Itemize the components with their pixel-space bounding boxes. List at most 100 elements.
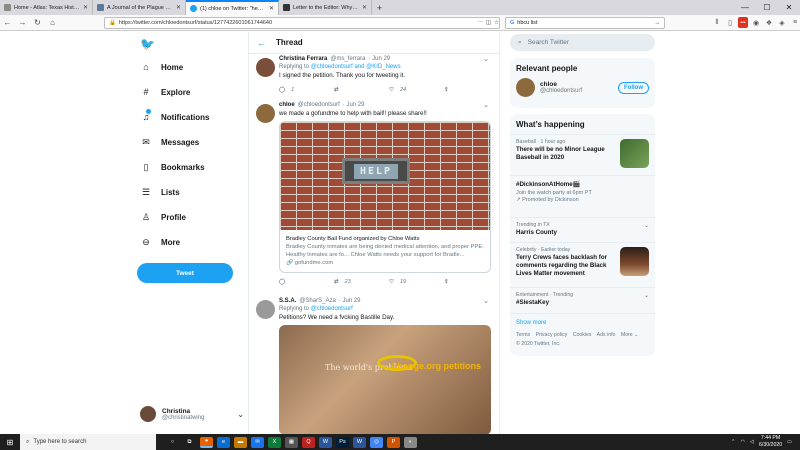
share-button[interactable]: ⇪ — [444, 279, 499, 285]
url-bar[interactable]: 🔒 https://twitter.com/chloedontsurf/stat… — [104, 17, 500, 29]
cortana-icon[interactable]: ○ — [166, 437, 179, 448]
follow-button[interactable]: Follow — [618, 81, 649, 94]
tweet-handle[interactable]: @ms_ferrara — [330, 56, 365, 62]
close-icon[interactable]: ✕ — [269, 5, 274, 12]
tweet-time[interactable]: · Jun 29 — [339, 298, 361, 304]
trend-item[interactable]: Entertainment · Trending #SiestaKey ⌄ — [510, 287, 655, 313]
card-image[interactable]: HELP — [280, 122, 490, 230]
photoshop-icon[interactable]: Ps — [336, 436, 349, 448]
nav-bookmarks[interactable]: ▯ Bookmarks — [140, 162, 205, 173]
avatar[interactable] — [256, 58, 275, 77]
task-view-icon[interactable]: ⧉ — [183, 437, 196, 448]
library-icon[interactable]: ⫴ — [712, 17, 722, 28]
replying-to-link[interactable]: @chloedontsurf and @KID_News — [311, 64, 401, 70]
tweet-button[interactable]: Tweet — [137, 263, 233, 283]
tweet-author[interactable]: chloe — [279, 102, 295, 108]
browser-search-bar[interactable]: G hbcu list → — [505, 17, 665, 29]
chevron-down-icon[interactable]: ⌄ — [483, 55, 489, 63]
browser-tab-atlas[interactable]: Home - Atlas: Texas Historical ... ✕ — [0, 0, 93, 15]
twitter-search-input[interactable]: ⌕ Search Twitter — [510, 34, 655, 51]
windows-start-icon[interactable]: ⊞ — [0, 438, 20, 447]
chevron-down-icon[interactable]: ⌄ — [483, 297, 489, 305]
account-switcher[interactable]: Christina @christinatwing ⌄ — [140, 406, 244, 422]
avatar[interactable] — [256, 300, 275, 319]
nav-lists[interactable]: ☰ Lists — [140, 187, 180, 198]
tweet[interactable]: chloe @chloedontsurf · Jun 29 ⌄ we made … — [249, 102, 499, 285]
twitter-logo-icon[interactable]: 🐦 — [140, 37, 155, 51]
edge-icon[interactable]: e — [217, 436, 230, 448]
nav-notifications[interactable]: ♫ Notifications — [140, 109, 209, 122]
chevron-down-icon[interactable]: ⌄ — [644, 292, 649, 299]
word-icon-2[interactable]: W — [353, 436, 366, 448]
meme-image[interactable]: The world's problems Change.org petition… — [279, 325, 491, 434]
maximize-icon[interactable]: ☐ — [756, 0, 778, 15]
like-button[interactable]: ♡ 24 — [389, 87, 444, 93]
footer-more[interactable]: More ⌄ — [621, 332, 639, 338]
forward-icon[interactable]: → — [15, 18, 30, 27]
chevron-down-icon[interactable]: ⌄ — [483, 101, 489, 109]
menu-icon[interactable]: ≡ — [790, 17, 800, 28]
tweet[interactable]: Christina Ferrara @ms_ferrara · Jun 29 ⌄… — [249, 56, 499, 93]
app-icon[interactable]: Q — [302, 436, 315, 448]
tweet[interactable]: S.S.A. @SharS_Aza · Jun 29 ⌄ Replying to… — [249, 298, 499, 434]
tweet-time[interactable]: · Jun 29 — [343, 102, 365, 108]
tweet-handle[interactable]: @chloedontsurf — [298, 102, 340, 108]
shield-icon[interactable]: ◈ — [777, 17, 787, 28]
trend-item[interactable]: #DickinsonAtHome🎬 Join the watch party a… — [510, 175, 655, 217]
close-window-icon[interactable]: ✕ — [778, 0, 800, 15]
retweet-button[interactable]: ⇄ — [334, 87, 389, 93]
tweet-handle[interactable]: @SharS_Aza — [299, 298, 335, 304]
tweet-author[interactable]: S.S.A. — [279, 298, 296, 304]
footer-cookies[interactable]: Cookies — [573, 332, 592, 338]
relevant-person[interactable]: chloe @chloedontsurf Follow — [510, 78, 655, 103]
chevron-up-icon[interactable]: ⌃ — [731, 439, 735, 445]
trend-item[interactable]: Baseball · 1 hour ago There will be no M… — [510, 134, 655, 175]
clock[interactable]: 7:44 PM 6/30/2020 — [759, 435, 782, 449]
star-icon[interactable]: ☆ — [494, 20, 499, 26]
close-icon[interactable]: ✕ — [176, 4, 181, 11]
browser-tab-twitter[interactable]: (1) chloe on Twitter: "heartbrea... ✕ — [186, 0, 279, 15]
avatar[interactable] — [516, 78, 535, 97]
file-explorer-icon[interactable]: ▬ — [234, 436, 247, 448]
calculator-icon[interactable]: ▦ — [285, 436, 298, 448]
page-actions-icon[interactable]: ⋯ — [477, 20, 483, 26]
browser-tab-journal[interactable]: A Journal of the Plague Year - Cour... ✕ — [93, 0, 186, 15]
taskbar-search[interactable]: ⌕ Type here to search — [20, 434, 156, 450]
new-tab-button[interactable]: + — [372, 0, 387, 15]
account-icon[interactable]: ◉ — [751, 17, 761, 28]
search-go-icon[interactable]: → — [655, 20, 661, 26]
sidebar-icon[interactable]: ▯ — [725, 17, 735, 28]
app-icon-2[interactable]: ◐ — [404, 436, 417, 448]
footer-privacy[interactable]: Privacy policy — [536, 332, 568, 338]
reload-icon[interactable]: ↻ — [30, 18, 45, 27]
close-icon[interactable]: ✕ — [362, 4, 367, 11]
nav-messages[interactable]: ✉ Messages — [140, 137, 199, 148]
trend-item[interactable]: Trending in TX Harris County ⌄ — [510, 217, 655, 242]
link-card[interactable]: HELP Bradley County Bail Fund organized … — [279, 121, 491, 273]
word-icon[interactable]: W — [319, 436, 332, 448]
reply-button[interactable]: ◯ — [279, 279, 334, 285]
home-page-icon[interactable]: ⌂ — [45, 18, 60, 27]
chevron-down-icon[interactable]: ⌄ — [644, 222, 649, 229]
trend-item[interactable]: Celebrity · Earlier today Terry Crews fa… — [510, 242, 655, 287]
mail-icon[interactable]: ✉ — [251, 436, 264, 448]
notifications-icon[interactable]: ▭ — [787, 439, 792, 445]
excel-icon[interactable]: X — [268, 436, 281, 448]
firefox-icon[interactable]: ● — [200, 436, 213, 448]
back-icon[interactable]: ← — [0, 18, 15, 27]
chevron-down-icon[interactable]: ⌄ — [237, 410, 244, 419]
browser-tab-letter[interactable]: Letter to the Editor: Why Incarc... ✕ — [279, 0, 372, 15]
minimize-icon[interactable]: — — [734, 0, 756, 15]
browser-search-input[interactable]: hbcu list — [517, 20, 651, 26]
tweet-author[interactable]: Christina Ferrara — [279, 56, 327, 62]
nav-home[interactable]: ⌂ Home — [140, 62, 183, 72]
share-button[interactable]: ⇪ — [444, 87, 499, 93]
powerpoint-icon[interactable]: P — [387, 436, 400, 448]
nav-explore[interactable]: # Explore — [140, 87, 190, 97]
nav-more[interactable]: ⊖ More — [140, 237, 180, 248]
replying-to-link[interactable]: @chloedontsurf — [311, 306, 353, 312]
footer-terms[interactable]: Terms — [516, 332, 530, 338]
chrome-icon[interactable]: ◎ — [370, 436, 383, 448]
back-arrow-icon[interactable]: ← — [257, 38, 266, 48]
tweet-time[interactable]: · Jun 29 — [368, 56, 390, 62]
